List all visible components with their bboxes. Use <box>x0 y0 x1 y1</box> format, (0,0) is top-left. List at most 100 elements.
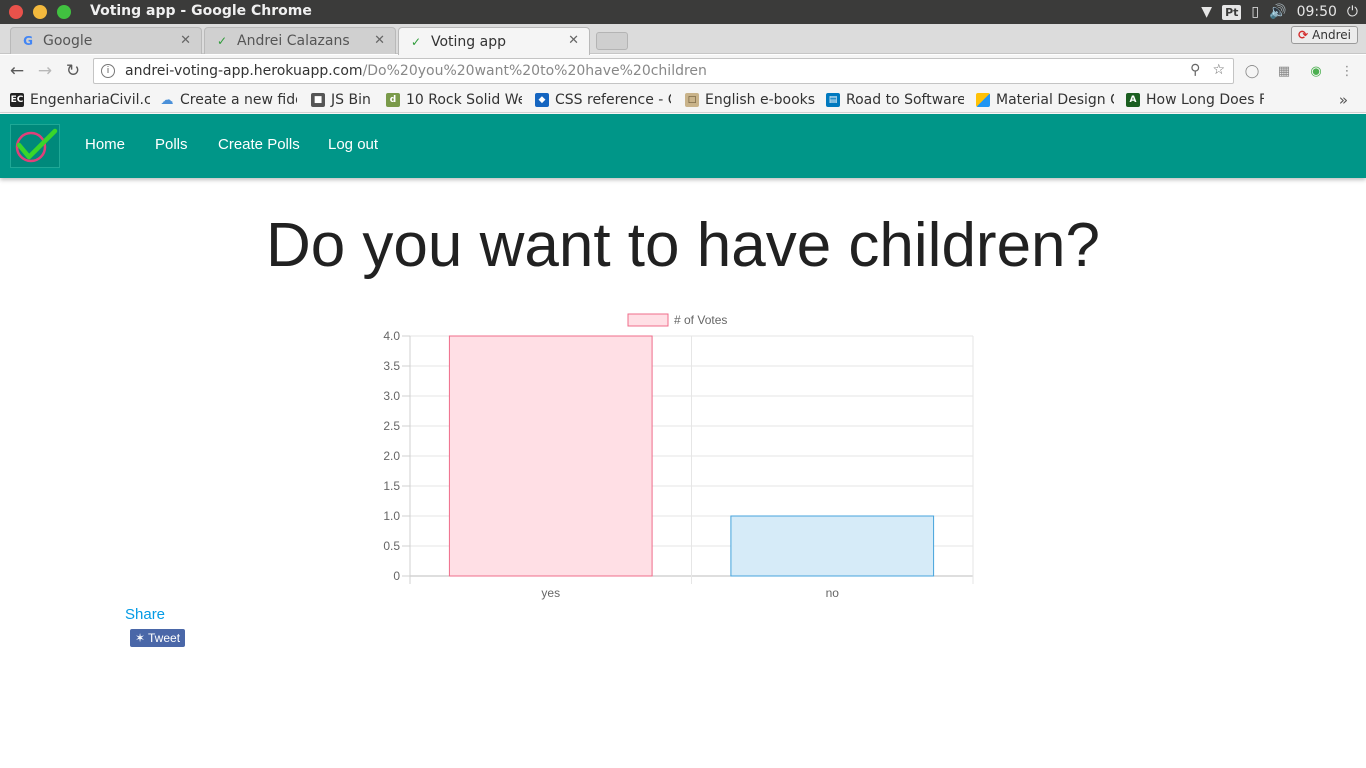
bar-yes <box>448 335 653 577</box>
x-tick-label: no <box>826 586 840 600</box>
nav-polls-link[interactable]: Polls <box>155 136 188 153</box>
book-icon: □ <box>685 93 699 107</box>
tweet-label: Tweet <box>148 631 181 645</box>
mdn-icon: ◆ <box>535 93 549 107</box>
key-icon[interactable]: ⚲ <box>1190 62 1200 78</box>
address-bar[interactable]: i andrei-voting-app.herokuapp.com/Do%20y… <box>93 58 1234 84</box>
window-title: Voting app - Google Chrome <box>90 3 312 19</box>
clock[interactable]: 09:50 <box>1297 4 1337 20</box>
bookmark-item[interactable]: ▤ Road to Software <box>826 90 964 110</box>
bookmark-item[interactable]: Material Design C <box>976 90 1114 110</box>
close-window-button[interactable] <box>9 5 23 19</box>
bookmark-label: Material Design C <box>996 92 1114 108</box>
tab-voting-app[interactable]: ✓ Voting app ✕ <box>398 27 590 55</box>
url-host: andrei-voting-app.herokuapp.com <box>125 63 363 79</box>
d-icon: d <box>386 93 400 107</box>
info-icon[interactable]: i <box>101 64 115 78</box>
bookmark-item[interactable]: EC EngenhariaCivil.c <box>10 90 150 110</box>
bookmark-label: Create a new fidd <box>180 92 297 108</box>
tweet-button[interactable]: ✶ Tweet <box>130 629 185 647</box>
bookmark-label: CSS reference - C <box>555 92 671 108</box>
tab-label: Andrei Calazans <box>237 33 350 49</box>
browser-toolbar: ← → ↻ i andrei-voting-app.herokuapp.com /… <box>0 55 1366 87</box>
extension-icon[interactable]: ◯ <box>1243 62 1261 80</box>
nav-logout-link[interactable]: Log out <box>328 136 378 153</box>
y-tick-label: 4.0 <box>383 329 400 343</box>
bookmarks-bar: EC EngenhariaCivil.c ☁ Create a new fidd ■… <box>0 87 1366 113</box>
check-logo-icon <box>15 128 58 163</box>
bookmark-item[interactable]: □ English e-books <box>685 90 817 110</box>
legend-label: # of Votes <box>674 313 727 327</box>
close-tab-icon[interactable]: ✕ <box>568 33 579 48</box>
checkmark-icon: ✓ <box>410 34 422 49</box>
votes-bar-chart: # of Votes 0 0.5 1.0 1.5 2.0 2.5 3.0 3.5 4.0 yes no <box>383 313 974 600</box>
mouse-icon[interactable]: ▯ <box>1251 4 1259 20</box>
bookmark-star-icon[interactable]: ☆ <box>1212 62 1225 78</box>
google-icon: G <box>23 34 33 48</box>
y-tick-label: 2.5 <box>383 419 400 433</box>
bookmark-label: How Long Does F <box>1146 92 1264 108</box>
profile-name: Andrei <box>1312 28 1351 42</box>
app-navbar: Home Polls Create Polls Log out <box>0 114 1366 178</box>
url-path: /Do%20you%20want%20to%20have%20children <box>362 63 707 79</box>
trello-icon: ▤ <box>826 93 840 107</box>
bookmark-label: EngenhariaCivil.c <box>30 92 150 108</box>
forward-icon[interactable]: → <box>34 60 56 82</box>
menu-icon[interactable]: ⋮ <box>1338 62 1356 80</box>
material-design-icon <box>976 93 990 107</box>
app-logo[interactable] <box>10 124 60 168</box>
x-tick-label: yes <box>541 586 560 600</box>
close-tab-icon[interactable]: ✕ <box>180 33 191 48</box>
nav-create-polls-link[interactable]: Create Polls <box>218 136 300 153</box>
y-tick-label: 1.0 <box>383 509 400 523</box>
system-tray: ▼ Pt ▯ 🔊 09:50 ⏻ <box>1201 0 1366 24</box>
bookmark-label: 10 Rock Solid We <box>406 92 522 108</box>
bookmark-item[interactable]: ☁ Create a new fidd <box>160 90 298 110</box>
ec-icon: EC <box>10 93 24 107</box>
cloud-icon: ☁ <box>160 92 174 108</box>
y-tick-label: 0 <box>393 569 400 583</box>
extension-grid-icon[interactable]: ▦ <box>1275 62 1293 80</box>
twitter-icon: ✶ <box>134 631 146 645</box>
bookmark-item[interactable]: A How Long Does F <box>1126 90 1264 110</box>
profile-button[interactable]: ⟳ Andrei <box>1291 26 1358 44</box>
tab-andrei-calazans[interactable]: ✓ Andrei Calazans ✕ <box>204 27 396 54</box>
tab-google[interactable]: G Google ✕ <box>10 27 202 54</box>
os-title-bar: Voting app - Google Chrome ▼ Pt ▯ 🔊 09:5… <box>0 0 1366 24</box>
maximize-window-button[interactable] <box>57 5 71 19</box>
tab-label: Voting app <box>431 33 506 50</box>
bookmark-item[interactable]: d 10 Rock Solid We <box>386 90 522 110</box>
bookmarks-overflow-icon[interactable]: » <box>1339 91 1348 109</box>
android-icon: A <box>1126 93 1140 107</box>
bookmark-item[interactable]: ◆ CSS reference - C <box>535 90 671 110</box>
new-tab-button[interactable] <box>596 32 628 50</box>
power-icon[interactable]: ⏻ <box>1347 4 1358 20</box>
volume-icon[interactable]: 🔊 <box>1269 4 1286 20</box>
profile-icon: ⟳ <box>1298 28 1309 42</box>
bookmark-label: Road to Software <box>846 92 964 108</box>
nav-home-link[interactable]: Home <box>85 136 125 153</box>
legend-swatch <box>627 313 669 327</box>
share-link[interactable]: Share <box>125 606 165 623</box>
poll-title: Do you want to have children? <box>265 211 1101 280</box>
y-tick-label: 0.5 <box>383 539 400 553</box>
close-tab-icon[interactable]: ✕ <box>374 33 385 48</box>
keyboard-language-indicator[interactable]: Pt <box>1222 4 1242 20</box>
tab-strip: G Google ✕ ✓ Andrei Calazans ✕ ✓ Voting … <box>0 24 1366 55</box>
y-tick-label: 3.5 <box>383 359 400 373</box>
bookmark-item[interactable]: ■ JS Bin <box>311 90 375 110</box>
bookmark-label: JS Bin <box>331 92 371 108</box>
jsbin-icon: ■ <box>311 93 325 107</box>
y-tick-label: 1.5 <box>383 479 400 493</box>
y-tick-label: 2.0 <box>383 449 400 463</box>
y-tick-label: 3.0 <box>383 389 400 403</box>
bar-no <box>730 515 935 577</box>
minimize-window-button[interactable] <box>33 5 47 19</box>
back-icon[interactable]: ← <box>6 60 28 82</box>
wifi-icon[interactable]: ▼ <box>1201 4 1212 20</box>
tab-label: Google <box>43 33 93 49</box>
checkmark-icon: ✓ <box>216 34 228 48</box>
bookmark-label: English e-books <box>705 92 816 108</box>
reload-icon[interactable]: ↻ <box>62 60 84 82</box>
extension-color-icon[interactable]: ◉ <box>1307 62 1325 80</box>
